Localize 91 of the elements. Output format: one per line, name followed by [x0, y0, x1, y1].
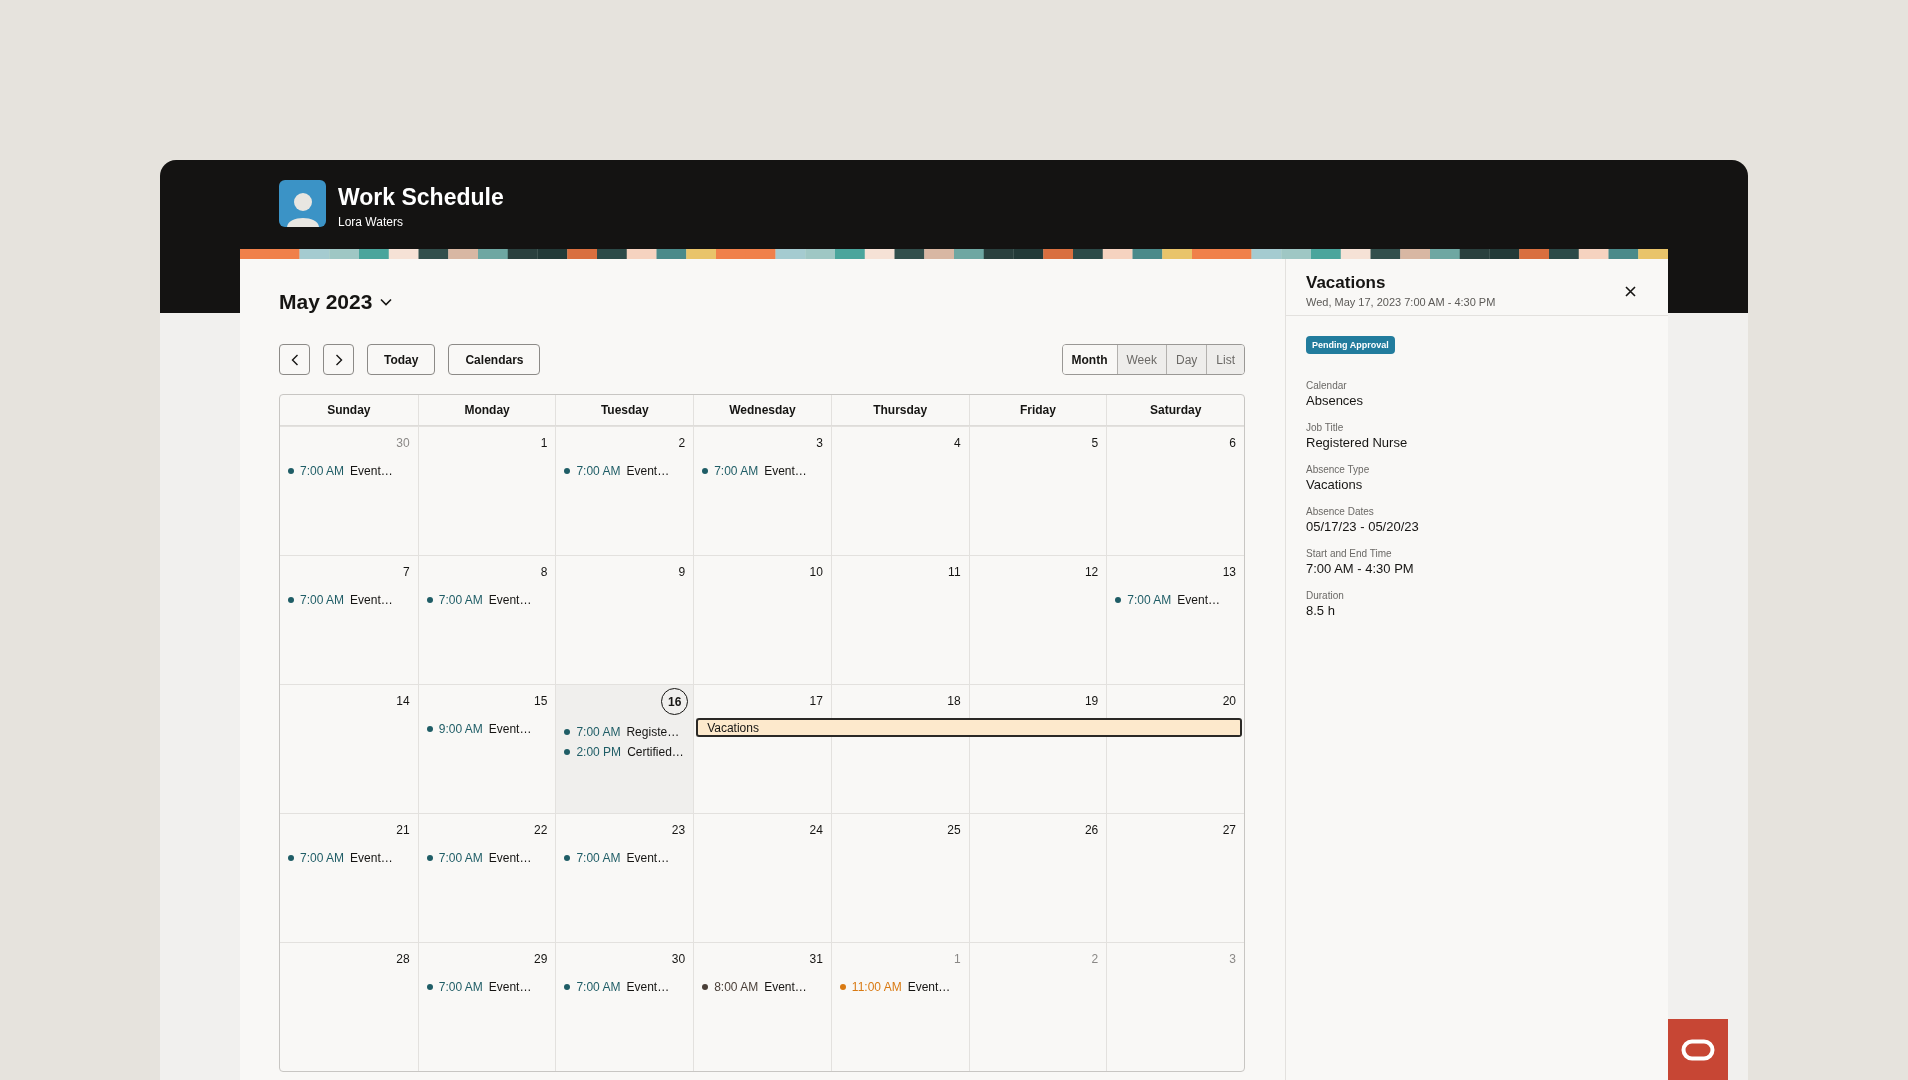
calendar-event[interactable]: 7:00 AM Event…	[288, 851, 410, 865]
day-number: 3	[1229, 951, 1236, 966]
calendar-event[interactable]: 8:00 AM Event…	[702, 980, 823, 994]
day-number: 12	[1084, 564, 1099, 579]
next-button[interactable]	[323, 344, 354, 375]
calendar-event[interactable]: 7:00 AM Event…	[288, 593, 410, 607]
view-tab[interactable]: List	[1206, 345, 1244, 374]
all-day-event[interactable]: Vacations	[696, 718, 831, 737]
weekday-header: Saturday	[1106, 395, 1244, 425]
day-number: 4	[953, 435, 961, 450]
field-label: Start and End Time	[1306, 548, 1393, 559]
calendar-event[interactable]: 7:00 AM Event…	[426, 851, 548, 865]
weekday-header: Monday	[417, 395, 556, 425]
all-day-event[interactable]	[1106, 718, 1242, 737]
day-number: 27	[1222, 822, 1236, 837]
previous-button[interactable]	[279, 344, 310, 375]
day-number: 18	[947, 693, 961, 708]
day-number: 15	[534, 693, 548, 708]
weekday-header: Thursday	[830, 395, 969, 425]
calendar-event[interactable]: 7:00 AM Event…	[288, 464, 410, 478]
day-number: 2	[678, 435, 686, 450]
day-number: 9	[678, 564, 686, 579]
field-label: Job Title	[1306, 422, 1345, 433]
calendar-event[interactable]: 7:00 AM Event…	[1115, 593, 1236, 607]
field-value: Absences	[1306, 393, 1365, 408]
rounded-rectangle-icon	[1681, 1038, 1715, 1061]
day-number: 24	[809, 822, 823, 837]
day-number: 20	[1222, 693, 1236, 708]
day-number: 30	[671, 951, 686, 966]
calendar-event[interactable]: 11:00 AM Event…	[839, 980, 961, 994]
weekday-header: Tuesday	[555, 395, 694, 425]
chevron-left-icon	[290, 353, 299, 366]
weekday-header: Friday	[968, 395, 1107, 425]
day-number: 26	[1084, 822, 1099, 837]
day-number: 7	[403, 564, 410, 579]
day-number: 1	[953, 951, 961, 966]
day-number: 31	[809, 951, 823, 966]
close-icon	[1624, 285, 1636, 297]
view-tab[interactable]: Day	[1165, 345, 1207, 374]
calendar-event[interactable]: 7:00 AM Event…	[564, 980, 686, 994]
month-picker[interactable]: May 2023	[279, 290, 393, 314]
day-number: 14	[396, 693, 410, 708]
today-cell[interactable]: 16 7:00 AM Registe… 2:00 PM Certified…	[555, 685, 694, 813]
day-number: 23	[671, 822, 686, 837]
day-number: 21	[396, 822, 410, 837]
day-number: 8	[540, 564, 548, 579]
day-number: 5	[1091, 435, 1099, 450]
day-number: 25	[947, 822, 961, 837]
day-number: 30	[396, 435, 410, 450]
status-badge: Pending Approval	[1306, 336, 1395, 354]
calendar-event[interactable]: 7:00 AM Event…	[426, 593, 548, 607]
calendar-event[interactable]: 7:00 AM Event…	[564, 464, 686, 478]
day-number: 13	[1222, 564, 1236, 579]
field-label: Duration	[1306, 590, 1345, 601]
weekday-header: Wednesday	[693, 395, 831, 425]
chevron-right-icon	[334, 353, 343, 366]
field-label: Calendar	[1306, 380, 1348, 391]
calendar-event[interactable]: 7:00 AM Event…	[702, 464, 823, 478]
toolbar-button[interactable]: Calendars	[448, 344, 541, 375]
page-title: Work Schedule	[338, 184, 504, 211]
day-number: 10	[809, 564, 823, 579]
day-number: 29	[534, 951, 548, 966]
calendar-event[interactable]: 7:00 AM Event…	[564, 851, 686, 865]
field-value: Vacations	[1306, 477, 1364, 492]
day-number: 3	[816, 435, 823, 450]
panel-title: Vacations	[1306, 273, 1387, 293]
calendar-event[interactable]: 7:00 AM Event…	[426, 980, 548, 994]
field-value: 7:00 AM - 4:30 PM	[1306, 561, 1415, 576]
calendar-event[interactable]: 7:00 AM Registe…	[564, 725, 686, 739]
toolbar-button[interactable]: Today	[367, 344, 436, 375]
calendar-event[interactable]: 2:00 PM Certified…	[564, 745, 686, 759]
weekday-header: Sunday	[326, 402, 372, 419]
launcher-button[interactable]	[1668, 1019, 1728, 1080]
field-value: 05/17/23 - 05/20/23	[1306, 519, 1420, 534]
day-number: 28	[396, 951, 410, 966]
day-number: 19	[1084, 693, 1099, 708]
field-value: 8.5 h	[1306, 603, 1336, 618]
field-label: Absence Dates	[1306, 506, 1375, 517]
day-number: 1	[540, 435, 548, 450]
day-number: 11	[948, 564, 961, 579]
calendar-event[interactable]: 9:00 AM Event…	[426, 722, 548, 736]
day-number: 22	[534, 822, 548, 837]
field-value: Registered Nurse	[1306, 435, 1409, 450]
field-label: Absence Type	[1306, 464, 1371, 475]
chevron-down-icon	[380, 298, 393, 306]
day-number: 17	[809, 693, 823, 708]
day-number: 6	[1229, 435, 1236, 450]
user-name: Lora Waters	[338, 215, 404, 229]
event-time: Wed, May 17, 2023 7:00 AM - 4:30 PM	[1306, 296, 1496, 308]
view-tab[interactable]: Week	[1116, 345, 1166, 374]
day-number: 2	[1091, 951, 1099, 966]
